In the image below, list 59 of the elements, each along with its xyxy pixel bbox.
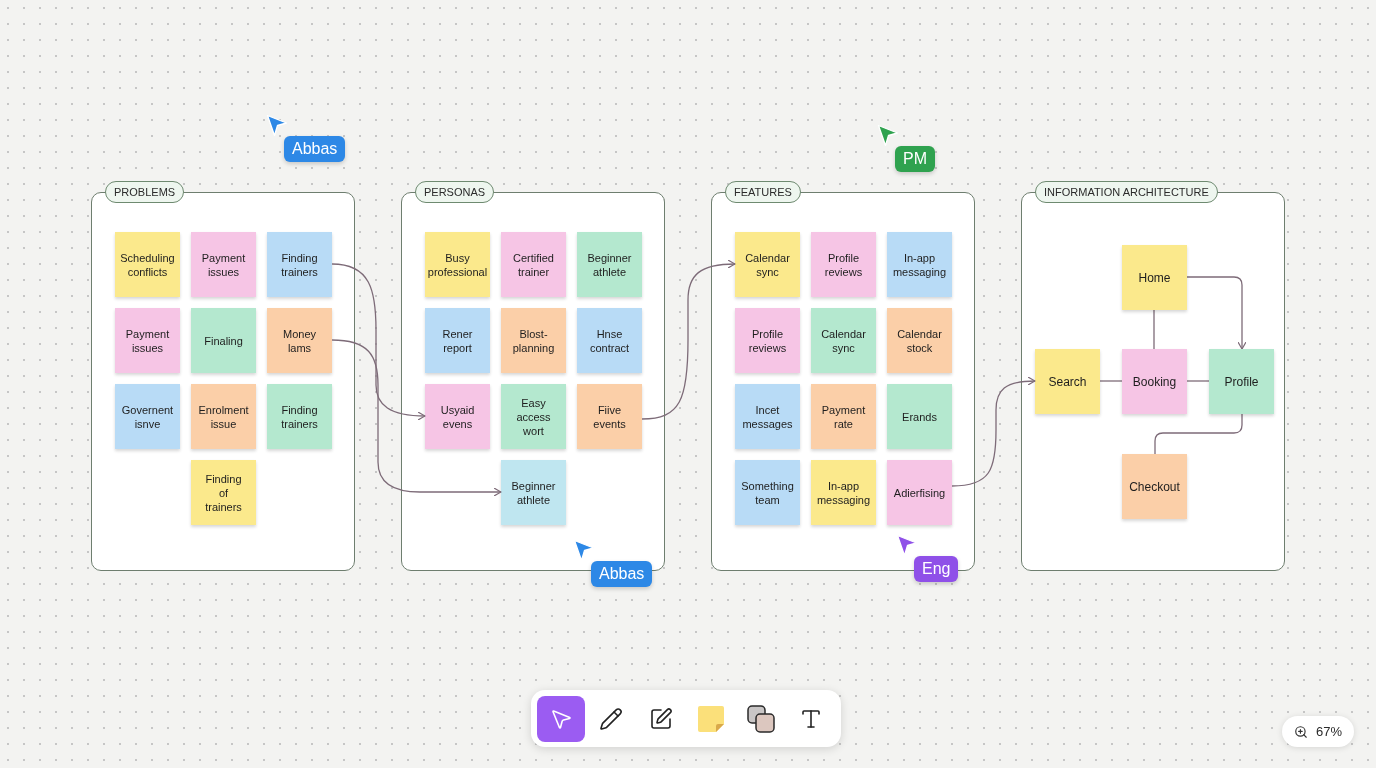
user-name-tag: Eng <box>914 556 959 582</box>
sticky-note: Fiive events <box>577 384 642 449</box>
sticky-note: Hnse contract <box>577 308 642 373</box>
pencil-icon <box>599 706 623 731</box>
sticky-note: Beginner athlete <box>501 460 566 525</box>
sticky-note: Profile <box>1209 349 1274 414</box>
zoom-control[interactable]: 67% <box>1281 716 1354 747</box>
user-name-tag: PM <box>895 146 935 172</box>
cursor-arrow-icon <box>877 124 899 147</box>
sticky-note: Finding trainers <box>267 232 332 297</box>
frame-label: PERSONAS <box>415 181 495 203</box>
sticky-note: Erands <box>887 384 952 449</box>
select-tool-button[interactable] <box>537 695 585 742</box>
sticky-note: In-app messaging <box>811 460 876 525</box>
sticky-note: Adierfising <box>887 460 952 525</box>
connector-line <box>1153 309 1155 350</box>
zoom-in-icon <box>1293 724 1308 739</box>
sticky-note: Money lams <box>267 308 332 373</box>
sticky-note: Rener report <box>425 308 490 373</box>
sticky-note: Calendar sync <box>735 232 800 297</box>
cursor-arrow-icon <box>896 534 918 557</box>
connector-line <box>1186 380 1210 382</box>
square-pen-icon <box>649 706 673 731</box>
sticky-note: Calendar sync <box>811 308 876 373</box>
sticky-note: Finding trainers <box>267 384 332 449</box>
shapes-icon <box>747 704 775 733</box>
sticky-note: Beginner athlete <box>577 232 642 297</box>
sticky-note: Profile reviews <box>811 232 876 297</box>
sticky-note: Enrolment issue <box>191 384 256 449</box>
sticky-note: Home <box>1122 245 1187 310</box>
sticky-note: Governent isnve <box>115 384 180 449</box>
sticky-note: Finaling <box>191 308 256 373</box>
frame-label: FEATURES <box>725 181 801 203</box>
sticky-note: Booking <box>1122 349 1187 414</box>
sticky-note: Busy professional <box>425 232 490 297</box>
frame-label: INFORMATION ARCHITECTURE <box>1035 181 1218 203</box>
sticky-note: Certified trainer <box>501 232 566 297</box>
sticky-note: Incet messages <box>735 384 800 449</box>
sticky-note: Search <box>1035 349 1100 414</box>
sticky-note: In-app messaging <box>887 232 952 297</box>
sticky-note-icon <box>697 704 725 733</box>
sticky-note: Profile reviews <box>735 308 800 373</box>
sticky-note: Something team <box>735 460 800 525</box>
sticky-note: Payment issues <box>115 308 180 373</box>
sticky-note: Usyaid evens <box>425 384 490 449</box>
frame-label: PROBLEMS <box>105 181 185 203</box>
sticky-note: Blost- planning <box>501 308 566 373</box>
cursor-arrow-icon <box>573 539 595 562</box>
user-name-tag: Abbas <box>591 561 653 587</box>
sticky-note: Easy access wort <box>501 384 566 449</box>
sticky-note: Payment issues <box>191 232 256 297</box>
sticky-note: Payment rate <box>811 384 876 449</box>
sticky-note: Scheduling conflicts <box>115 232 180 297</box>
sticky-note: Calendar stock <box>887 308 952 373</box>
cursor-arrow-icon <box>266 114 288 137</box>
sticky-note: Finding of trainers <box>191 460 256 525</box>
user-name-tag: Abbas <box>284 136 346 162</box>
connector-line <box>1099 380 1123 382</box>
sticky-note: Checkout <box>1122 454 1187 519</box>
